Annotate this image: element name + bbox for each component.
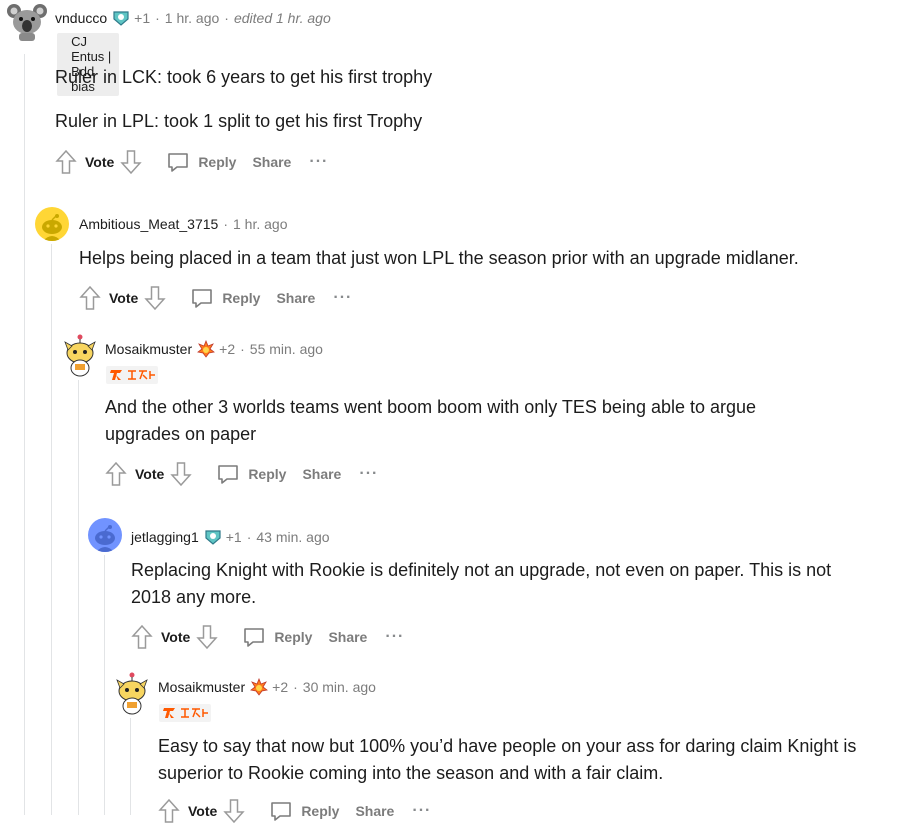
- upvote-icon[interactable]: [79, 285, 101, 311]
- timestamp[interactable]: 30 min. ago: [303, 679, 376, 695]
- separator: ·: [246, 529, 252, 545]
- comment-paragraph: Replacing Knight with Rookie is definite…: [131, 560, 832, 607]
- comment-body: And the other 3 worlds teams went boom b…: [105, 394, 825, 448]
- separator: ·: [155, 10, 160, 26]
- award-icon[interactable]: [250, 677, 269, 696]
- timestamp[interactable]: 1 hr. ago: [233, 216, 288, 232]
- share-button[interactable]: Share: [355, 803, 394, 819]
- upvote-icon[interactable]: [131, 624, 153, 650]
- username[interactable]: Mosaikmuster: [105, 341, 192, 357]
- award-count: +2: [272, 679, 289, 695]
- comment-body: Ruler in LCK: took 6 years to get his fi…: [55, 64, 875, 135]
- share-button[interactable]: Share: [252, 154, 291, 170]
- award-icon[interactable]: [197, 339, 216, 358]
- downvote-icon[interactable]: [144, 285, 166, 311]
- vote-label: Vote: [135, 466, 165, 482]
- fnatic-flair-icon: [159, 704, 211, 722]
- thread-line[interactable]: [78, 380, 79, 815]
- username[interactable]: jetlagging1: [131, 529, 199, 545]
- timestamp[interactable]: 55 min. ago: [250, 341, 323, 357]
- comment-body: Helps being placed in a team that just w…: [79, 245, 879, 272]
- vote-label: Vote: [161, 629, 191, 645]
- award-icon[interactable]: [112, 9, 130, 27]
- reply-button[interactable]: Reply: [301, 803, 339, 819]
- thread-line[interactable]: [104, 555, 105, 815]
- award-count: +1: [134, 10, 151, 26]
- comment-actions: Vote Reply Share ···: [105, 461, 378, 487]
- separator: ·: [240, 341, 245, 357]
- username[interactable]: Ambitious_Meat_3715: [79, 216, 218, 232]
- downvote-icon[interactable]: [196, 624, 218, 650]
- username[interactable]: Mosaikmuster: [158, 679, 245, 695]
- vote-label: Vote: [85, 154, 115, 170]
- comment-actions: Vote Reply Share ···: [79, 285, 352, 311]
- thread-line[interactable]: [24, 54, 25, 815]
- comment-meta: Ambitious_Meat_3715 · 1 hr. ago: [79, 216, 287, 232]
- snoo-avatar-icon[interactable]: [113, 672, 151, 716]
- reply-icon[interactable]: [269, 799, 293, 823]
- comment-meta: Mosaikmuster +2 · 30 min. ago: [158, 677, 376, 696]
- reply-button[interactable]: Reply: [274, 629, 312, 645]
- reply-icon[interactable]: [216, 462, 240, 486]
- comment-meta: jetlagging1 +1 · 43 min. ago: [131, 528, 330, 546]
- comment-paragraph: Easy to say that now but 100% you’d have…: [158, 736, 857, 783]
- more-options-icon[interactable]: ···: [333, 289, 352, 307]
- koala-avatar-icon[interactable]: [7, 2, 47, 42]
- separator: ·: [224, 10, 229, 26]
- award-count: +2: [219, 341, 236, 357]
- more-options-icon[interactable]: ···: [385, 628, 404, 646]
- upvote-icon[interactable]: [55, 149, 77, 175]
- comment-paragraph: And the other 3 worlds teams went boom b…: [105, 397, 757, 444]
- comment-paragraph: Helps being placed in a team that just w…: [79, 248, 799, 268]
- timestamp[interactable]: 43 min. ago: [256, 529, 329, 545]
- upvote-icon[interactable]: [158, 798, 180, 824]
- share-button[interactable]: Share: [302, 466, 341, 482]
- default-snoo-avatar-icon[interactable]: [35, 207, 69, 241]
- reply-button[interactable]: Reply: [198, 154, 236, 170]
- vote-label: Vote: [109, 290, 139, 306]
- reply-icon[interactable]: [242, 625, 266, 649]
- award-icon[interactable]: [204, 528, 222, 546]
- thread-line[interactable]: [130, 718, 131, 815]
- timestamp[interactable]: 1 hr. ago: [165, 10, 220, 26]
- thread-line[interactable]: [51, 244, 52, 815]
- upvote-icon[interactable]: [105, 461, 127, 487]
- share-button[interactable]: Share: [276, 290, 315, 306]
- comment-actions: Vote Reply Share ···: [55, 149, 328, 175]
- downvote-icon[interactable]: [170, 461, 192, 487]
- separator: ·: [223, 216, 228, 232]
- comment-meta: Mosaikmuster +2 · 55 min. ago: [105, 339, 323, 358]
- vote-label: Vote: [188, 803, 218, 819]
- edited-label: edited 1 hr. ago: [233, 10, 331, 26]
- separator: ·: [293, 679, 298, 695]
- reply-button[interactable]: Reply: [248, 466, 286, 482]
- more-options-icon[interactable]: ···: [309, 153, 328, 171]
- default-snoo-avatar-icon[interactable]: [88, 518, 122, 552]
- fnatic-flair-icon: [106, 366, 158, 384]
- comment-paragraph: Ruler in LPL: took 1 split to get his fi…: [55, 111, 423, 131]
- downvote-icon[interactable]: [120, 149, 142, 175]
- reply-button[interactable]: Reply: [222, 290, 260, 306]
- share-button[interactable]: Share: [328, 629, 367, 645]
- comment-actions: Vote Reply Share ···: [158, 798, 431, 824]
- snoo-avatar-icon[interactable]: [61, 334, 99, 378]
- more-options-icon[interactable]: ···: [412, 802, 431, 820]
- reply-icon[interactable]: [190, 286, 214, 310]
- comment-body: Replacing Knight with Rookie is definite…: [131, 557, 871, 611]
- reply-icon[interactable]: [166, 150, 190, 174]
- comment-paragraph: Ruler in LCK: took 6 years to get his fi…: [55, 67, 433, 87]
- more-options-icon[interactable]: ···: [359, 465, 378, 483]
- downvote-icon[interactable]: [223, 798, 245, 824]
- comment-meta: vnducco +1 · 1 hr. ago · edited 1 hr. ag…: [55, 9, 331, 27]
- comment-actions: Vote Reply Share ···: [131, 624, 404, 650]
- award-count: +1: [225, 529, 242, 545]
- username[interactable]: vnducco: [55, 10, 107, 26]
- comment-body: Easy to say that now but 100% you’d have…: [158, 733, 878, 787]
